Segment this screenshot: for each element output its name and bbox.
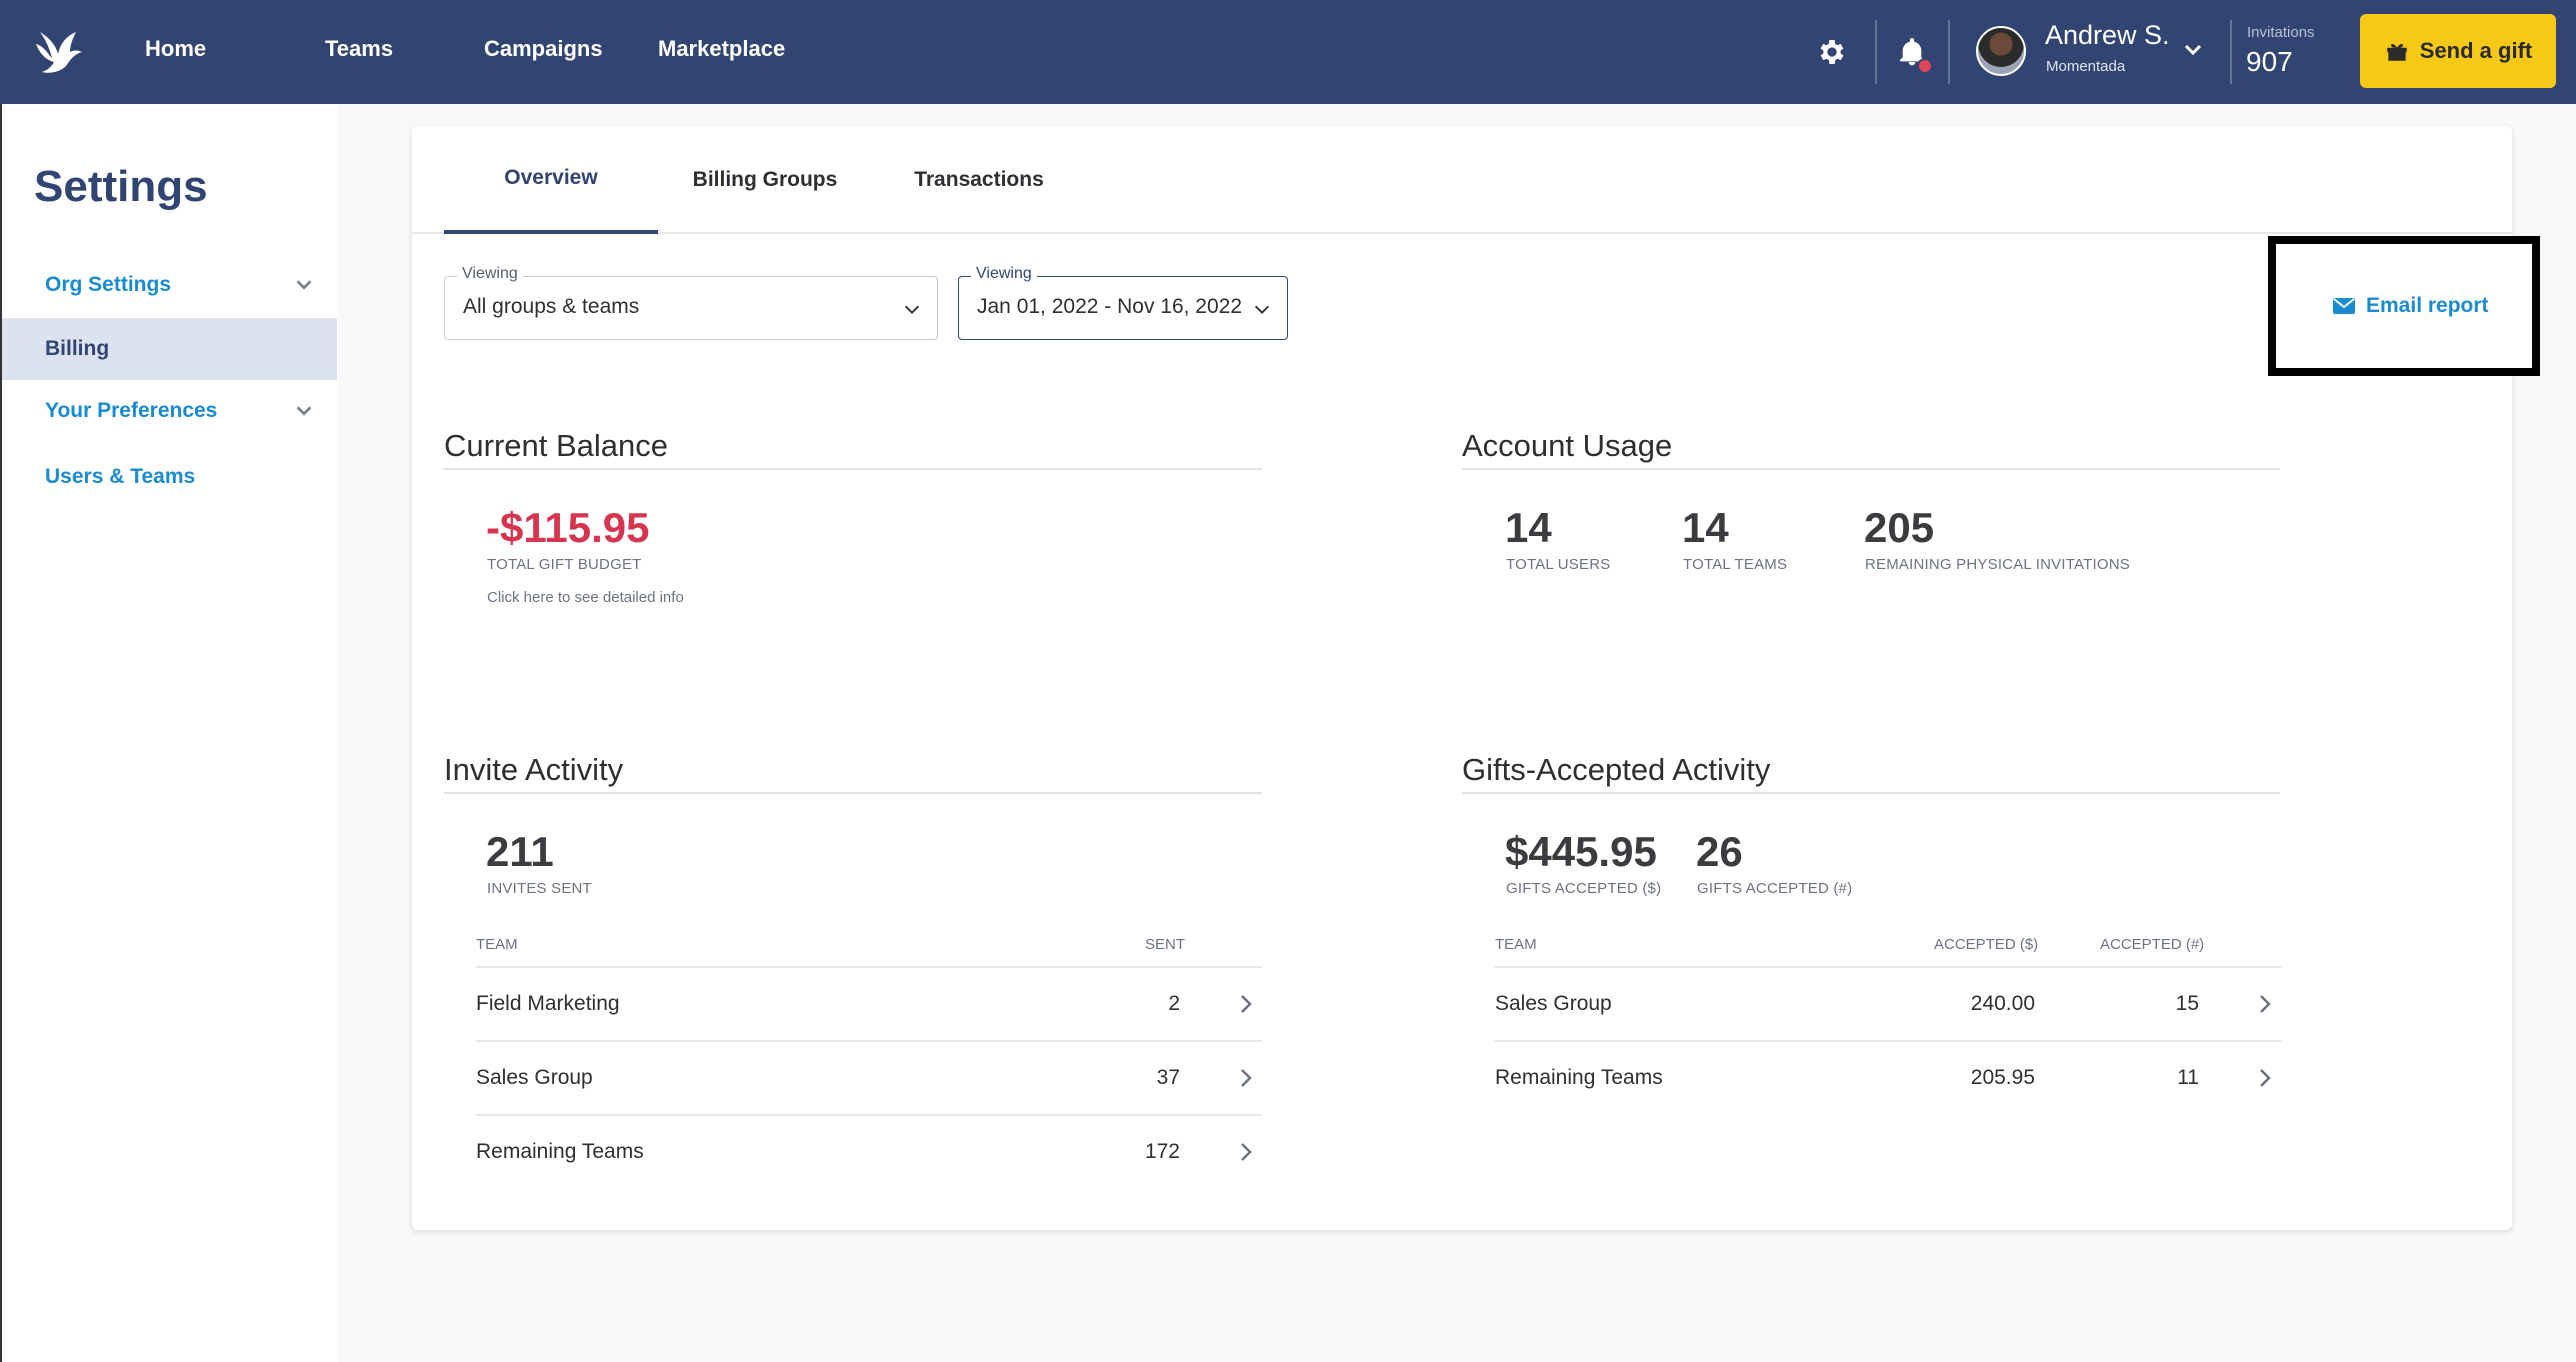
table-row[interactable]: Remaining Teams 205.95 11: [1495, 1040, 2281, 1114]
total-users-value: 14: [1505, 504, 1552, 551]
gift-icon: [2387, 43, 2407, 61]
gifts-accepted-title: Gifts-Accepted Activity: [1462, 752, 1771, 787]
remaining-invitations-value: 205: [1864, 504, 1935, 551]
sidebar-item-label: Billing: [45, 337, 110, 360]
send-gift-button[interactable]: Send a gift: [2360, 14, 2556, 88]
accepted-amount: 205.95: [1970, 1066, 2035, 1089]
chevron-right-icon: [2260, 995, 2271, 1013]
gear-icon[interactable]: [1816, 36, 1848, 68]
notification-badge: [1917, 58, 1933, 74]
balance-caption: TOTAL GIFT BUDGET: [487, 556, 642, 573]
gifts-accepted-count-value: 26: [1696, 828, 1743, 875]
divider: [1462, 792, 2280, 794]
divider: [1462, 468, 2280, 470]
table-row[interactable]: Field Marketing 2: [476, 966, 1262, 1040]
tab-transactions[interactable]: Transactions: [872, 126, 1086, 234]
tab-bar: Overview Billing Groups Transactions: [412, 126, 2512, 234]
nav-marketplace-link[interactable]: Marketplace: [658, 36, 785, 62]
remaining-invitations-caption: REMAINING PHYSICAL INVITATIONS: [1865, 556, 2130, 573]
team-name: Field Marketing: [476, 992, 620, 1015]
nav-home-link[interactable]: Home: [145, 36, 206, 62]
team-name: Remaining Teams: [1495, 1066, 1663, 1089]
chevron-down-icon[interactable]: [2181, 38, 2205, 62]
sidebar-item-your-preferences[interactable]: Your Preferences: [2, 380, 337, 442]
top-navbar: Home Teams Campaigns Marketplace Andrew …: [0, 0, 2576, 104]
tab-overview[interactable]: Overview: [444, 126, 658, 234]
sidebar-item-label: Your Preferences: [45, 399, 218, 422]
total-teams-value: 14: [1682, 504, 1729, 551]
divider: [1875, 20, 1877, 84]
sidebar-item-billing[interactable]: Billing: [2, 318, 337, 380]
chevron-down-icon: [1254, 305, 1270, 314]
total-users-caption: TOTAL USERS: [1506, 556, 1611, 573]
balance-value: -$115.95: [486, 504, 650, 551]
user-name: Andrew S.: [2045, 20, 2170, 50]
accepted-count: 15: [2175, 992, 2199, 1015]
account-usage-title: Account Usage: [1462, 428, 1673, 463]
date-range-value: Jan 01, 2022 - Nov 16, 2022: [977, 295, 1243, 318]
nav-campaigns-link[interactable]: Campaigns: [484, 36, 603, 62]
chevron-down-icon: [296, 280, 312, 290]
current-balance-title: Current Balance: [444, 428, 669, 463]
tab-billing-groups[interactable]: Billing Groups: [658, 126, 872, 234]
envelope-icon: [2333, 298, 2355, 314]
date-range-label: Viewing: [971, 265, 1037, 283]
email-report-button[interactable]: Email report: [2332, 294, 2489, 318]
sidebar-item-users-teams[interactable]: Users & Teams: [2, 446, 337, 508]
groups-select-label: Viewing: [457, 265, 523, 283]
invite-activity-title: Invite Activity: [444, 752, 624, 787]
send-gift-label: Send a gift: [2419, 38, 2533, 63]
invitations-count: 907: [2246, 46, 2293, 77]
table-row[interactable]: Sales Group 37: [476, 1040, 1262, 1114]
invitations-label: Invitations: [2247, 24, 2315, 41]
balance-detail-link[interactable]: Click here to see detailed info: [487, 589, 684, 606]
email-report-label: Email report: [2366, 294, 2489, 317]
divider: [444, 792, 1262, 794]
sidebar-item-label: Org Settings: [45, 273, 172, 296]
date-range-select[interactable]: Viewing Jan 01, 2022 - Nov 16, 2022: [958, 265, 1288, 340]
sent-count: 37: [1156, 1066, 1180, 1089]
billing-overview-card: Overview Billing Groups Transactions Vie…: [412, 126, 2540, 1230]
chevron-down-icon: [904, 305, 920, 314]
chevron-right-icon: [2260, 1069, 2271, 1087]
team-name: Sales Group: [476, 1066, 593, 1089]
gifts-accepted-amount-caption: GIFTS ACCEPTED ($): [1506, 880, 1662, 897]
column-header-sent: SENT: [1145, 936, 1186, 953]
column-header-team: TEAM: [476, 936, 518, 953]
table-row[interactable]: Sales Group 240.00 15: [1495, 966, 2281, 1040]
gifts-accepted-count-caption: GIFTS ACCEPTED (#): [1697, 880, 1853, 897]
divider: [2230, 20, 2232, 84]
page-title: Settings: [34, 162, 208, 211]
user-org: Momentada: [2046, 58, 2126, 75]
chevron-right-icon: [1241, 995, 1252, 1013]
divider: [444, 468, 1262, 470]
team-name: Remaining Teams: [476, 1140, 644, 1163]
invites-sent-value: 211: [486, 828, 554, 875]
nav-teams-link[interactable]: Teams: [325, 36, 393, 62]
column-header-accepted-count: ACCEPTED (#): [2100, 936, 2205, 953]
invites-sent-caption: INVITES SENT: [487, 880, 592, 897]
team-name: Sales Group: [1495, 992, 1612, 1015]
groups-select[interactable]: Viewing All groups & teams: [444, 265, 938, 340]
total-teams-caption: TOTAL TEAMS: [1683, 556, 1788, 573]
groups-select-value: All groups & teams: [463, 295, 640, 318]
avatar[interactable]: [1976, 26, 2026, 76]
chevron-right-icon: [1241, 1143, 1252, 1161]
gifts-accepted-amount-value: $445.95: [1505, 828, 1657, 875]
table-row[interactable]: Remaining Teams 172: [476, 1114, 1262, 1188]
sent-count: 172: [1144, 1140, 1180, 1163]
sidebar-item-org-settings[interactable]: Org Settings: [2, 254, 337, 316]
accepted-amount: 240.00: [1970, 992, 2035, 1015]
divider: [1948, 20, 1950, 84]
sent-count: 2: [1168, 992, 1180, 1015]
column-header-team: TEAM: [1495, 936, 1537, 953]
chevron-down-icon: [296, 406, 312, 416]
sidebar-item-label: Users & Teams: [45, 465, 196, 488]
column-header-accepted-amount: ACCEPTED ($): [1934, 936, 2039, 953]
chevron-right-icon: [1241, 1069, 1252, 1087]
accepted-count: 11: [2177, 1066, 2199, 1089]
settings-sidebar: Settings Org Settings Billing Your Prefe…: [0, 104, 338, 1362]
bird-logo-icon[interactable]: [30, 24, 86, 80]
